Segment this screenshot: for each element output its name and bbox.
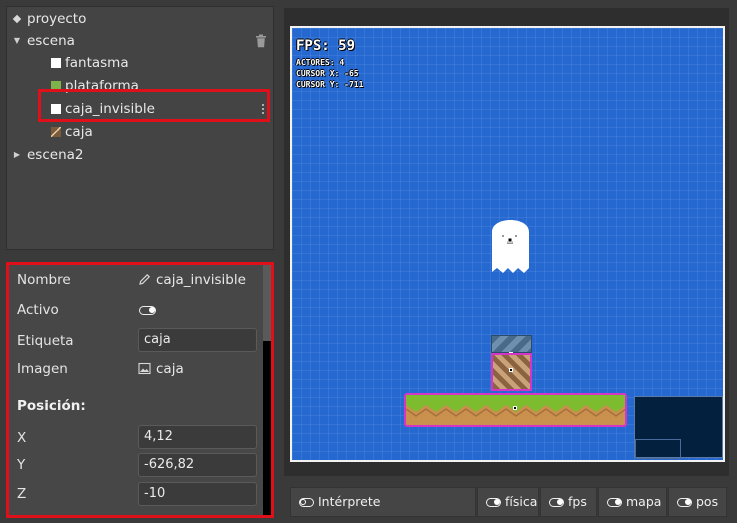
caret-right-icon[interactable]: ▶	[12, 144, 22, 166]
tree-item-scene[interactable]: ▼ escena	[7, 30, 273, 52]
caret-down-icon[interactable]: ▼	[12, 30, 22, 52]
image-value[interactable]: caja	[156, 361, 184, 377]
x-input[interactable]: 4,12	[138, 425, 257, 449]
tag-label: Etiqueta	[17, 333, 74, 349]
tree-item-label: fantasma	[65, 55, 129, 71]
y-label: Y	[17, 457, 26, 473]
toggle-icon	[299, 498, 314, 507]
tree-item-label: caja	[65, 124, 93, 140]
pos-label: pos	[696, 494, 719, 509]
image-label: Imagen	[17, 361, 68, 377]
active-toggle[interactable]	[139, 306, 156, 315]
platform-texture	[406, 395, 625, 417]
pivot-marker	[513, 406, 517, 410]
ghost-actor[interactable]	[488, 210, 533, 274]
platform-actor[interactable]	[404, 393, 627, 427]
tree-item-caja[interactable]: caja	[7, 121, 273, 143]
hud-cursor-x: CURSOR X: -65	[296, 69, 359, 78]
bottom-toolbar: Intérprete física fps mapa pos	[290, 487, 731, 517]
white-square-icon	[51, 104, 61, 114]
game-canvas[interactable]: FPS: 59 ACTORES: 4 CURSOR X: -65 CURSOR …	[290, 26, 725, 462]
minimap[interactable]	[634, 396, 723, 459]
tree-item-project[interactable]: proyecto	[7, 8, 273, 30]
kebab-menu-icon[interactable]	[261, 102, 265, 116]
map-toggle-button[interactable]: mapa	[598, 487, 667, 517]
box-actor[interactable]	[491, 353, 532, 391]
fps-toggle-button[interactable]: fps	[540, 487, 597, 517]
x-label: X	[17, 430, 27, 446]
tree-item-fantasma[interactable]: fantasma	[7, 52, 273, 74]
properties-scrollbar[interactable]	[263, 265, 271, 515]
tree-item-plataforma[interactable]: plataforma	[7, 75, 273, 97]
pencil-icon[interactable]	[138, 273, 151, 286]
map-label: mapa	[626, 494, 662, 509]
tree-item-label: caja_invisible	[65, 101, 155, 117]
trash-icon[interactable]	[255, 34, 267, 48]
pos-toggle-button[interactable]: pos	[668, 487, 727, 517]
name-value[interactable]: caja_invisible	[156, 272, 246, 288]
white-square-icon	[51, 58, 61, 68]
scrollbar-thumb[interactable]	[263, 341, 271, 515]
box-invisible-actor[interactable]	[491, 335, 532, 353]
toggle-icon	[549, 498, 564, 507]
interpreter-toggle-button[interactable]: Intérprete	[290, 487, 476, 517]
toggle-icon	[607, 498, 622, 507]
pivot-marker	[509, 368, 513, 372]
image-icon	[138, 362, 151, 375]
tree-item-label: plataforma	[65, 78, 139, 94]
active-label: Activo	[17, 302, 59, 318]
tree-item-label: escena2	[27, 147, 84, 163]
tree-item-scene2[interactable]: ▶ escena2	[7, 144, 273, 166]
fps-label: fps	[568, 494, 587, 509]
tree-item-caja-invisible[interactable]: caja_invisible	[7, 98, 273, 120]
properties-panel: Nombre caja_invisible Activo Etiqueta ca…	[6, 262, 274, 518]
hud-actors: ACTORES: 4	[296, 58, 345, 67]
toggle-icon	[677, 498, 692, 507]
name-label: Nombre	[17, 272, 71, 288]
z-input[interactable]: -10	[138, 482, 257, 506]
tag-input[interactable]: caja	[138, 328, 257, 352]
box-texture-icon	[51, 127, 61, 137]
tree-item-label: proyecto	[27, 11, 87, 27]
physics-toggle-button[interactable]: física	[477, 487, 539, 517]
toggle-icon	[486, 498, 501, 507]
position-section-title: Posición:	[17, 398, 86, 414]
interpreter-label: Intérprete	[318, 494, 381, 509]
scene-tree-panel: proyecto ▼ escena fantasma plataforma ca…	[6, 6, 274, 250]
minimap-viewport[interactable]	[635, 439, 681, 459]
hud-cursor-y: CURSOR Y: -711	[296, 80, 364, 89]
tree-item-label: escena	[27, 33, 75, 49]
z-label: Z	[17, 486, 27, 502]
diamond-icon	[12, 14, 22, 24]
y-input[interactable]: -626,82	[138, 453, 257, 477]
physics-label: física	[505, 494, 538, 509]
green-square-icon	[51, 81, 61, 91]
hud-fps: FPS: 59	[296, 38, 356, 54]
